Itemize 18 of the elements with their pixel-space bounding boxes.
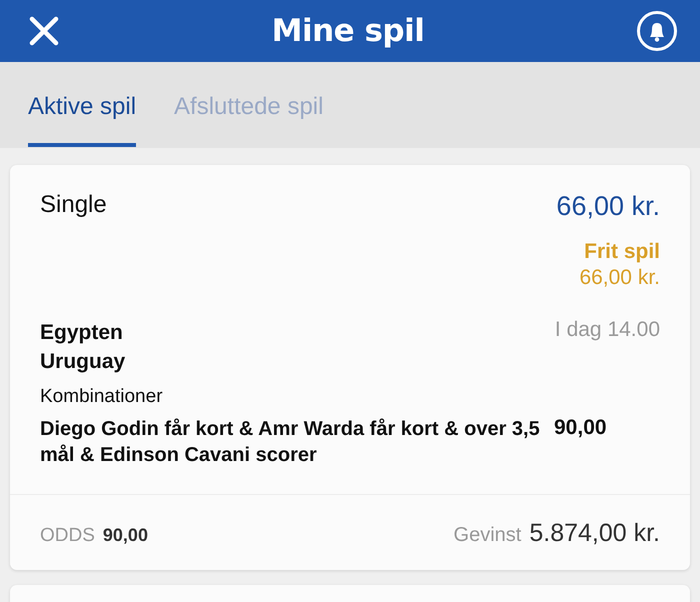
tab[interactable]: Aktive spil [28,93,136,147]
page-title: Mine spil [272,13,424,49]
close-button[interactable] [28,15,60,47]
team-name: Uruguay [40,349,126,375]
match-time: I dag 14.00 [554,318,660,342]
bet-type: Single [40,191,107,219]
winnings-amount: 5.874,00 kr. [529,519,660,548]
free-bet-amount: 66,00 kr. [579,265,660,291]
selection-odds: 90,00 [554,416,607,440]
free-bet-label: Frit spil [584,239,660,265]
team-name: Egypten [40,320,123,346]
odds-label: ODDS [40,525,95,547]
selection-label: Kombinationer [40,386,164,408]
winnings-label: Gevinst [454,524,522,547]
odds-value: 90,00 [102,525,148,546]
selection-text: Diego Godin får kort & Amr Warda får kort & over 3,5 mål & Edinson Cavani scorer [40,417,540,468]
stake-amount: 66,00 kr. [556,191,660,222]
notifications-button[interactable] [636,10,678,52]
